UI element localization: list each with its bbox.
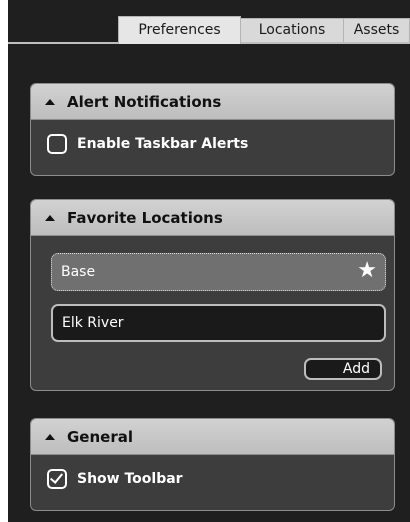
enable-taskbar-alerts-checkbox[interactable]	[47, 134, 67, 154]
collapse-triangle-icon	[45, 433, 55, 440]
collapse-triangle-icon	[45, 98, 55, 105]
favorite-location-label: Base	[61, 264, 96, 280]
favorite-location-item[interactable]: Elk River	[51, 304, 386, 342]
alert-notifications-title: Alert Notifications	[67, 92, 222, 111]
collapse-triangle-icon	[45, 214, 55, 221]
tab-strip-spacer	[8, 16, 116, 42]
alert-notifications-panel: Alert Notifications Enable Taskbar Alert…	[30, 83, 395, 176]
preferences-window: Preferences Locations Assets Alert Notif…	[0, 0, 410, 522]
enable-taskbar-alerts-row: Enable Taskbar Alerts	[31, 120, 394, 168]
checkmark-icon	[49, 470, 64, 484]
star-icon[interactable]: ★	[357, 258, 377, 284]
favorite-locations-header[interactable]: Favorite Locations	[31, 200, 394, 236]
tab-locations[interactable]: Locations	[240, 18, 344, 42]
general-panel: General Show Toolbar	[30, 418, 395, 511]
show-toolbar-label[interactable]: Show Toolbar	[77, 471, 183, 487]
tab-preferences[interactable]: Preferences	[118, 16, 241, 44]
general-header[interactable]: General	[31, 419, 394, 455]
favorite-locations-title: Favorite Locations	[67, 208, 223, 227]
favorite-locations-panel: Favorite Locations Base ★ Elk River Add	[30, 199, 395, 391]
show-toolbar-checkbox[interactable]	[47, 469, 67, 489]
add-location-button[interactable]: Add	[304, 358, 382, 380]
favorite-location-item[interactable]: Base ★	[51, 253, 386, 291]
enable-taskbar-alerts-label[interactable]: Enable Taskbar Alerts	[77, 136, 248, 152]
general-title: General	[67, 427, 133, 446]
favorite-location-label: Elk River	[62, 315, 124, 331]
tab-strip: Preferences Locations Assets	[8, 16, 410, 44]
alert-notifications-header[interactable]: Alert Notifications	[31, 84, 394, 120]
tab-assets[interactable]: Assets	[343, 18, 410, 42]
show-toolbar-row: Show Toolbar	[31, 455, 394, 503]
